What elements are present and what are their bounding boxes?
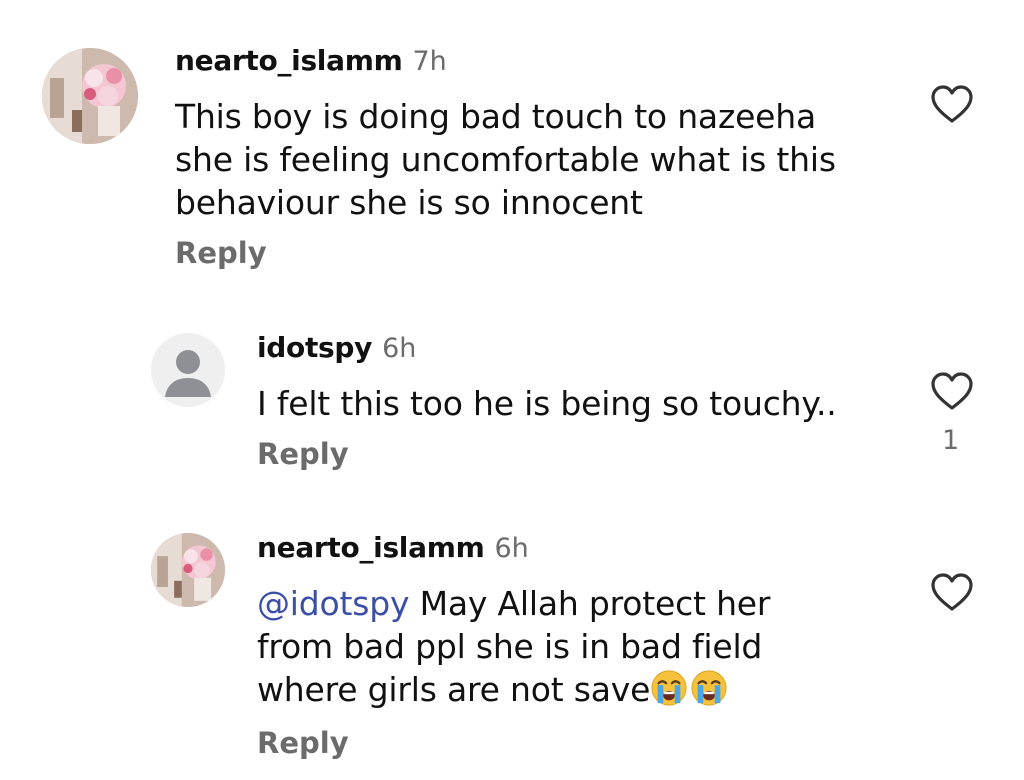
reply-button[interactable]: Reply — [257, 726, 349, 760]
user-avatar[interactable] — [151, 333, 225, 407]
avatar-photo-icon — [151, 533, 225, 607]
like-heart-icon[interactable] — [930, 572, 974, 612]
comment-text: @idotspy May Allah protect her from bad … — [257, 582, 770, 711]
loudly-crying-face-icon — [650, 669, 688, 707]
comment-text-line: I felt this too he is being so touchy.. — [257, 384, 837, 423]
timestamp: 6h — [382, 333, 417, 364]
timestamp: 7h — [412, 46, 447, 77]
user-avatar[interactable] — [151, 533, 225, 607]
comment-text-line: behaviour she is so innocent — [175, 183, 643, 222]
comment-header: nearto_islamm 6h — [257, 531, 529, 564]
comment-text-line: This boy is doing bad touch to nazeeha — [175, 97, 817, 136]
username[interactable]: nearto_islamm — [257, 531, 485, 564]
username[interactable]: nearto_islamm — [175, 44, 403, 77]
comment-text-line: where girls are not save — [257, 668, 770, 711]
loudly-crying-face-icon — [690, 669, 728, 707]
mention-link[interactable]: @idotspy — [257, 584, 410, 623]
comment-text: I felt this too he is being so touchy.. — [257, 382, 837, 425]
reply-button[interactable]: Reply — [257, 437, 349, 471]
comment-text: This boy is doing bad touch to nazeeha s… — [175, 95, 836, 224]
comment-text-line: from bad ppl she is in bad field — [257, 627, 763, 666]
like-count: 1 — [942, 425, 960, 456]
comment-header: nearto_islamm 7h — [175, 44, 447, 77]
timestamp: 6h — [494, 533, 529, 564]
comment-text-line: @idotspy May Allah protect her — [257, 584, 771, 623]
default-user-icon — [151, 333, 225, 407]
username[interactable]: idotspy — [257, 331, 372, 364]
comment-header: idotspy 6h — [257, 331, 416, 364]
like-heart-icon[interactable] — [930, 371, 974, 411]
avatar-photo-icon — [42, 48, 138, 144]
comment-text-line: she is feeling uncomfortable what is thi… — [175, 140, 836, 179]
reply-button[interactable]: Reply — [175, 236, 267, 270]
user-avatar[interactable] — [42, 48, 138, 144]
like-heart-icon[interactable] — [930, 84, 974, 124]
